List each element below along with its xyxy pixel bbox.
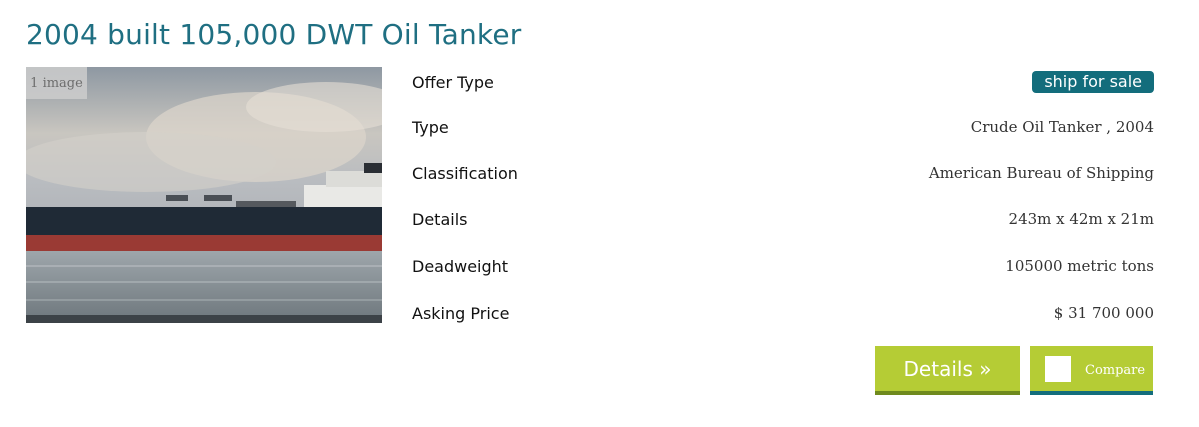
- asking-price-label: Asking Price: [412, 303, 510, 323]
- ship-image: [26, 67, 382, 323]
- classification-value: American Bureau of Shipping: [928, 164, 1154, 182]
- offer-type-badge[interactable]: ship for sale: [1032, 71, 1154, 93]
- spec-row-deadweight: Deadweight 105000 metric tons: [412, 251, 1154, 281]
- classification-label: Classification: [412, 163, 518, 183]
- spec-row-asking-price: Asking Price $ 31 700 000: [412, 298, 1154, 328]
- image-count-badge: 1 image: [26, 67, 87, 99]
- type-label: Type: [412, 117, 449, 137]
- spec-row-type: Type Crude Oil Tanker , 2004: [412, 112, 1154, 142]
- compare-button[interactable]: Compare: [1030, 346, 1153, 395]
- deadweight-label: Deadweight: [412, 256, 509, 276]
- details-button[interactable]: Details »: [875, 346, 1020, 395]
- ship-photo[interactable]: 1 image: [26, 67, 382, 323]
- type-value: Crude Oil Tanker , 2004: [970, 118, 1154, 136]
- offer-type-label: Offer Type: [412, 72, 494, 92]
- asking-price-value: $ 31 700 000: [1053, 304, 1154, 322]
- details-label: Details: [412, 209, 468, 229]
- spec-row-offer-type: Offer Type ship for sale: [412, 67, 1154, 97]
- details-value: 243m x 42m x 21m: [1008, 210, 1154, 228]
- listing-title[interactable]: 2004 built 105,000 DWT Oil Tanker: [26, 18, 521, 51]
- spec-row-classification: Classification American Bureau of Shippi…: [412, 158, 1154, 188]
- deadweight-value: 105000 metric tons: [1005, 257, 1154, 275]
- spec-row-details: Details 243m x 42m x 21m: [412, 204, 1154, 234]
- compare-label: Compare: [1085, 362, 1146, 378]
- compare-checkbox[interactable]: [1045, 355, 1071, 382]
